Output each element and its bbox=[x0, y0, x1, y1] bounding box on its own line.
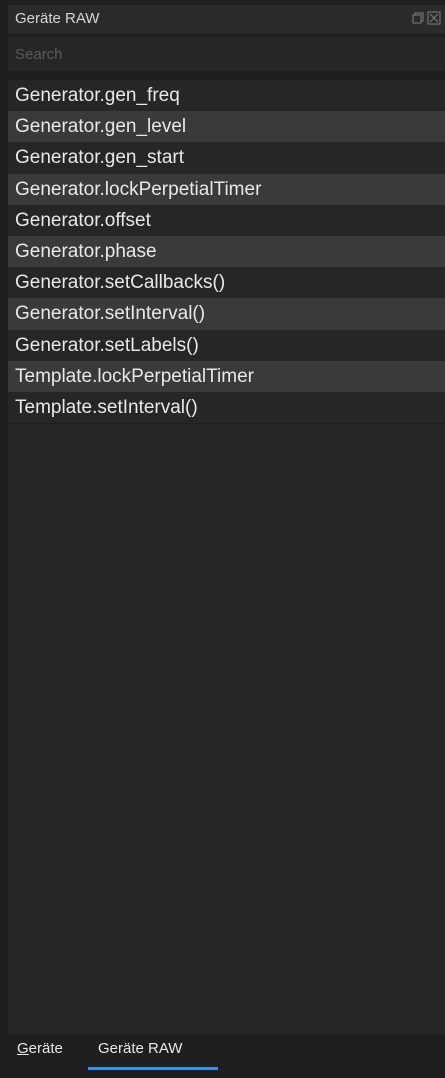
title-icons bbox=[411, 11, 441, 25]
list-item[interactable]: Generator.gen_level bbox=[8, 111, 445, 143]
tab-geraete-accel: G bbox=[17, 1040, 29, 1057]
raw-list: Generator.gen_freq Generator.gen_level G… bbox=[8, 80, 445, 424]
search-input[interactable] bbox=[8, 37, 445, 71]
list-item[interactable]: Template.setInterval() bbox=[8, 391, 445, 424]
list-item[interactable]: Generator.offset bbox=[8, 204, 445, 236]
panel-titlebar: Geräte RAW bbox=[8, 5, 445, 33]
devices-raw-panel: Geräte RAW Generator.gen_freq Generator.… bbox=[0, 0, 445, 1078]
list-item[interactable]: Generator.setLabels() bbox=[8, 329, 445, 361]
list-empty-area bbox=[8, 424, 445, 1034]
close-icon[interactable] bbox=[427, 11, 441, 25]
list-item[interactable]: Generator.setCallbacks() bbox=[8, 267, 445, 299]
tab-geraete-rest: eräte bbox=[28, 1040, 63, 1057]
list-item[interactable]: Generator.gen_start bbox=[8, 142, 445, 174]
list-item[interactable]: Generator.lockPerpetialTimer bbox=[8, 173, 445, 205]
list-item[interactable]: Generator.setInterval() bbox=[8, 298, 445, 330]
panel-title: Geräte RAW bbox=[15, 10, 100, 27]
tab-geraete-raw[interactable]: Geräte RAW bbox=[98, 1040, 182, 1057]
list-item[interactable]: Generator.gen_freq bbox=[8, 80, 445, 112]
restore-icon[interactable] bbox=[411, 11, 425, 25]
list-item[interactable]: Generator.phase bbox=[8, 235, 445, 268]
search-bar bbox=[8, 37, 445, 71]
active-tab-indicator bbox=[88, 1067, 218, 1070]
tab-geraete[interactable]: Geräte bbox=[17, 1040, 63, 1057]
list-item[interactable]: Template.lockPerpetialTimer bbox=[8, 360, 445, 392]
bottom-tab-bar: Geräte Geräte RAW bbox=[8, 1034, 445, 1070]
